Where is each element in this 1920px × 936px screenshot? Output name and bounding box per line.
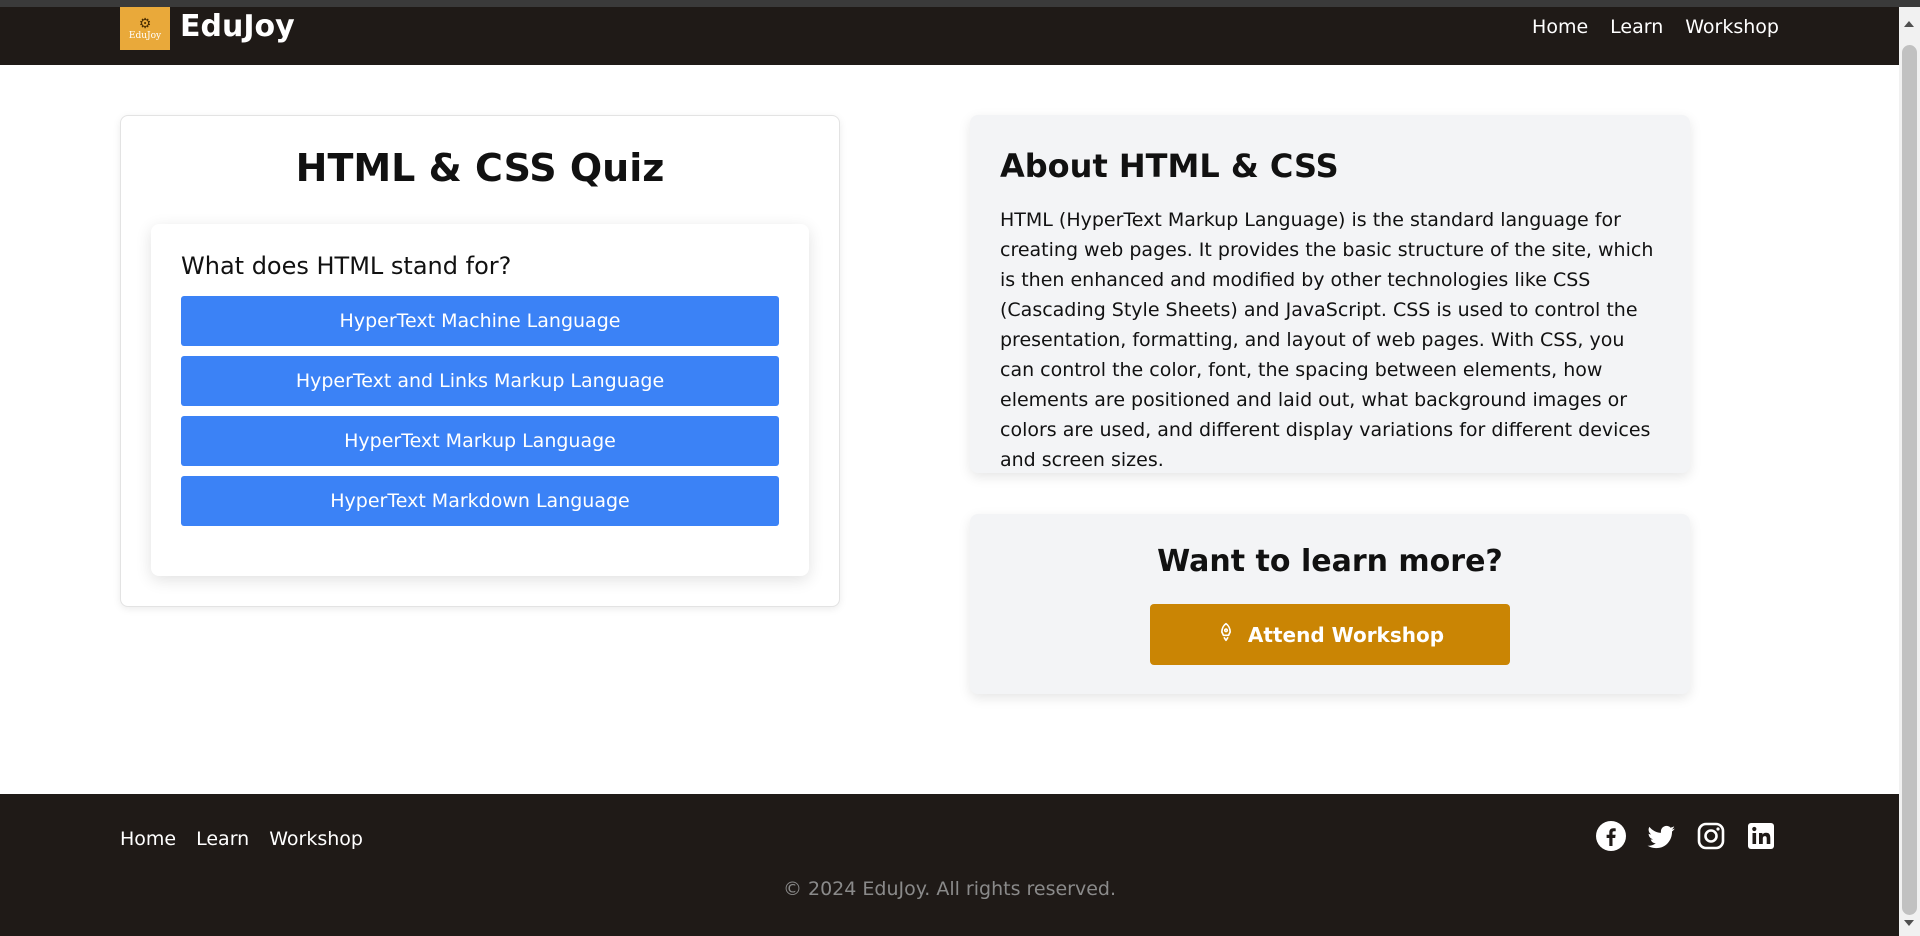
scroll-up-arrow-icon[interactable] xyxy=(1904,21,1914,27)
cta-card: Want to learn more? Attend Workshop xyxy=(970,514,1690,694)
attend-workshop-label: Attend Workshop xyxy=(1247,622,1445,647)
answer-button-4[interactable]: HyperText Markdown Language xyxy=(181,476,779,526)
top-navbar: ⚙ EduJoy EduJoy Home Learn Workshop xyxy=(0,7,1899,65)
answer-button-2[interactable]: HyperText and Links Markup Language xyxy=(181,356,779,406)
quiz-title: HTML & CSS Quiz xyxy=(295,146,665,190)
nav-home-link[interactable]: Home xyxy=(1532,16,1588,38)
footer-home-link[interactable]: Home xyxy=(120,828,176,850)
footer-nav: Home Learn Workshop xyxy=(120,828,363,850)
footer: Home Learn Workshop © 2024 EduJoy. All r… xyxy=(0,794,1899,936)
rocket-icon xyxy=(1216,622,1236,647)
question-text: What does HTML stand for? xyxy=(181,252,512,280)
page-scrollbar[interactable] xyxy=(1899,7,1920,936)
quiz-card: HTML & CSS Quiz What does HTML stand for… xyxy=(120,115,840,607)
answer-button-3[interactable]: HyperText Markup Language xyxy=(181,416,779,466)
main-nav: Home Learn Workshop xyxy=(1532,16,1779,38)
twitter-icon[interactable] xyxy=(1645,820,1677,852)
nav-workshop-link[interactable]: Workshop xyxy=(1685,16,1779,38)
instagram-icon[interactable] xyxy=(1695,820,1727,852)
social-links xyxy=(1595,820,1777,852)
window-top-strip xyxy=(0,0,1920,7)
logo-emblem-icon: ⚙ xyxy=(138,15,152,32)
answer-button-1[interactable]: HyperText Machine Language xyxy=(181,296,779,346)
facebook-icon[interactable] xyxy=(1595,820,1627,852)
linkedin-icon[interactable] xyxy=(1745,820,1777,852)
nav-learn-link[interactable]: Learn xyxy=(1610,16,1663,38)
logo[interactable]: ⚙ EduJoy xyxy=(120,7,170,50)
scrollbar-thumb[interactable] xyxy=(1902,45,1917,915)
cta-title: Want to learn more? xyxy=(1157,544,1503,579)
about-text: HTML (HyperText Markup Language) is the … xyxy=(1000,209,1654,471)
copyright-text: © 2024 EduJoy. All rights reserved. xyxy=(782,878,1117,900)
question-card: What does HTML stand for? HyperText Mach… xyxy=(151,224,809,576)
about-title: About HTML & CSS xyxy=(1000,147,1339,185)
scroll-down-arrow-icon[interactable] xyxy=(1904,920,1914,926)
footer-workshop-link[interactable]: Workshop xyxy=(269,828,363,850)
brand-name[interactable]: EduJoy xyxy=(180,9,295,44)
attend-workshop-button[interactable]: Attend Workshop xyxy=(1150,604,1510,665)
logo-text: EduJoy xyxy=(128,30,162,41)
footer-learn-link[interactable]: Learn xyxy=(196,828,249,850)
about-card: About HTML & CSS HTML (HyperText Markup … xyxy=(970,115,1690,473)
